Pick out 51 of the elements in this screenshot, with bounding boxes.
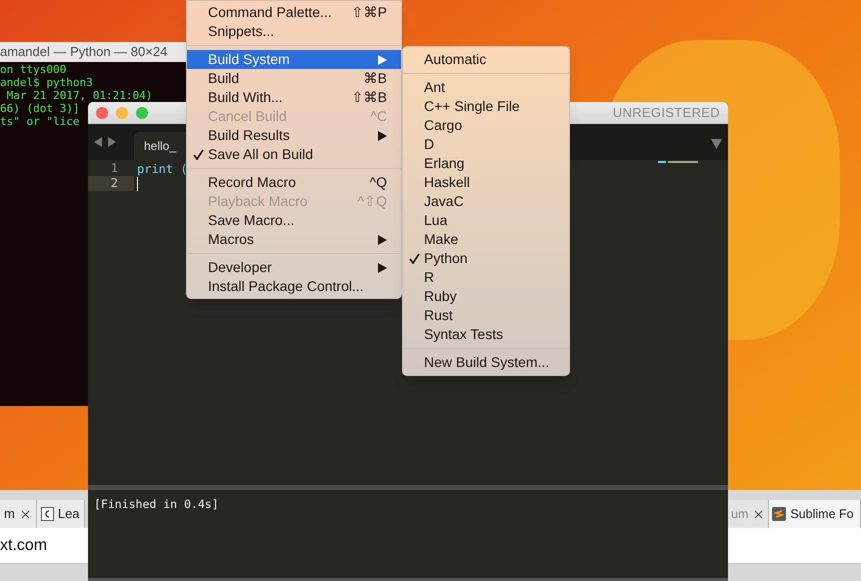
code-line: print ( (137, 160, 188, 178)
menu-item-label: Automatic (424, 50, 488, 69)
tab-title: um (731, 506, 748, 523)
line-number: 1 (110, 161, 119, 176)
menu-item-label: New Build System... (424, 353, 550, 372)
unregistered-label: UNREGISTERED (612, 104, 720, 122)
shortcut-label: ^⇧Q (358, 192, 387, 211)
menu-item-label: Lua (424, 211, 448, 230)
menu-item-label: Ruby (424, 287, 458, 306)
menu-item-label: Playback Macro (208, 192, 309, 211)
menu-item-label: Developer (208, 258, 273, 277)
shortcut-label: ⇧⌘P (352, 3, 387, 22)
terminal-line: ts" or "lice (0, 115, 80, 128)
menu-item-label: Save Macro... (208, 211, 296, 230)
menu-item-label: Build With... (208, 88, 284, 107)
menu-item-label: Build Results (208, 126, 291, 145)
menu-item-label: Python (424, 249, 469, 268)
menu-item-label: D (424, 135, 436, 154)
terminal-line: on ttys000 (0, 63, 66, 76)
terminal-title: amandel — Python — 80×24 (0, 43, 168, 62)
shortcut-label: ^Q (370, 173, 387, 192)
terminal-line: Mar 21 2017, 01:21:04) (6, 89, 152, 102)
menu-item-label: Haskell (424, 173, 471, 192)
build-output: [Finished in 0.4s] (94, 497, 219, 511)
menu-item-label: Record Macro (208, 173, 297, 192)
shortcut-label: ^C (370, 107, 387, 126)
tab-title: m (4, 505, 15, 524)
tab-title: Sublime Fo (790, 506, 854, 523)
menu-item-label: Build System (208, 50, 291, 69)
tab-title: Lea (58, 505, 80, 524)
menu-item-label: Install Package Control... (208, 277, 365, 296)
terminal-line: andel$ python3 (0, 76, 93, 89)
terminal-line: 66) (dot 3)] (0, 102, 80, 115)
menu-item-label: Ant (424, 78, 446, 97)
shortcut-label: ⇧⌘B (352, 88, 387, 107)
menu-item-label: Rust (424, 306, 454, 325)
line-number: 2 (88, 176, 134, 191)
menu-item-label: Erlang (424, 154, 466, 173)
menu-item-label: Save All on Build (208, 145, 314, 164)
menu-item-label: Build (208, 69, 240, 88)
menu-item-label: Make (424, 230, 460, 249)
menu-item-label: Snippets... (208, 22, 276, 41)
menu-item-label: R (424, 268, 436, 287)
menu-item-label: Cargo (424, 116, 464, 135)
menu-item-label: Command Palette... (208, 3, 333, 22)
menu-item-label: JavaC (424, 192, 465, 211)
menu-item-label: Macros (208, 230, 255, 249)
menu-item-label: Syntax Tests (424, 325, 504, 344)
menu-item-label: C++ Single File (424, 97, 521, 116)
menu-item-label: Cancel Build (208, 107, 288, 126)
shortcut-label: ⌘B (364, 69, 387, 88)
